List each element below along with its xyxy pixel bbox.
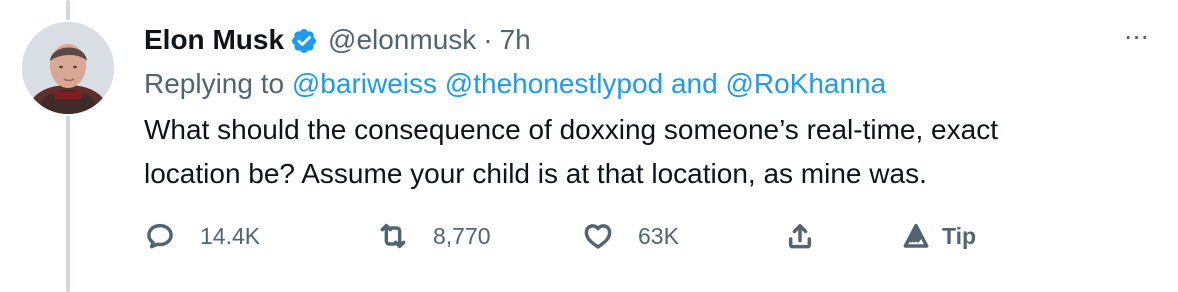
mention-link[interactable]: @bariweiss <box>292 68 437 99</box>
like-button[interactable]: 63K <box>582 214 679 258</box>
heart-icon <box>582 220 614 252</box>
tweet-card[interactable]: Elon Musk @elonmusk · 7h Replying to @ba… <box>0 0 1178 292</box>
tweet-header: Elon Musk @elonmusk · 7h <box>144 20 1134 60</box>
tip-label: Tip <box>942 222 977 249</box>
share-button[interactable] <box>784 214 816 258</box>
tweet-text-line: location be? Assume your child is at tha… <box>144 158 927 189</box>
retweet-button[interactable]: 8,770 <box>377 214 491 258</box>
reply-button[interactable]: 14.4K <box>144 214 260 258</box>
more-icon[interactable]: ··· <box>1118 22 1154 50</box>
verified-badge-icon <box>290 26 318 54</box>
mention-and-text: and <box>670 68 718 99</box>
replying-to-line: Replying to @bariweiss @thehonestlypod a… <box>144 64 1134 104</box>
tweet-time[interactable]: 7h <box>500 20 531 60</box>
tip-icon <box>900 220 932 252</box>
mention-link[interactable]: @thehonestlypod <box>445 68 663 99</box>
tweet-actions: 14.4K 8,770 63K Tip <box>144 214 1004 258</box>
tweet-text: What should the consequence of doxxing s… <box>144 108 1124 196</box>
mention-link[interactable]: @RoKhanna <box>725 68 886 99</box>
avatar-image <box>22 22 114 114</box>
tweet-content: Elon Musk @elonmusk · 7h Replying to @ba… <box>144 20 1134 196</box>
replying-to-label: Replying to <box>144 68 285 99</box>
header-separator: · <box>483 24 493 55</box>
author-handle[interactable]: @elonmusk <box>328 20 476 60</box>
retweet-icon <box>377 220 409 252</box>
share-icon <box>784 220 816 252</box>
reply-count: 14.4K <box>200 222 261 249</box>
reply-icon <box>144 220 176 252</box>
retweet-count: 8,770 <box>433 222 491 249</box>
tip-button[interactable]: Tip <box>900 214 976 258</box>
tweet-text-line: What should the consequence of doxxing s… <box>144 114 998 145</box>
author-name[interactable]: Elon Musk <box>144 20 284 60</box>
like-count: 63K <box>638 222 679 249</box>
avatar[interactable] <box>20 20 116 116</box>
